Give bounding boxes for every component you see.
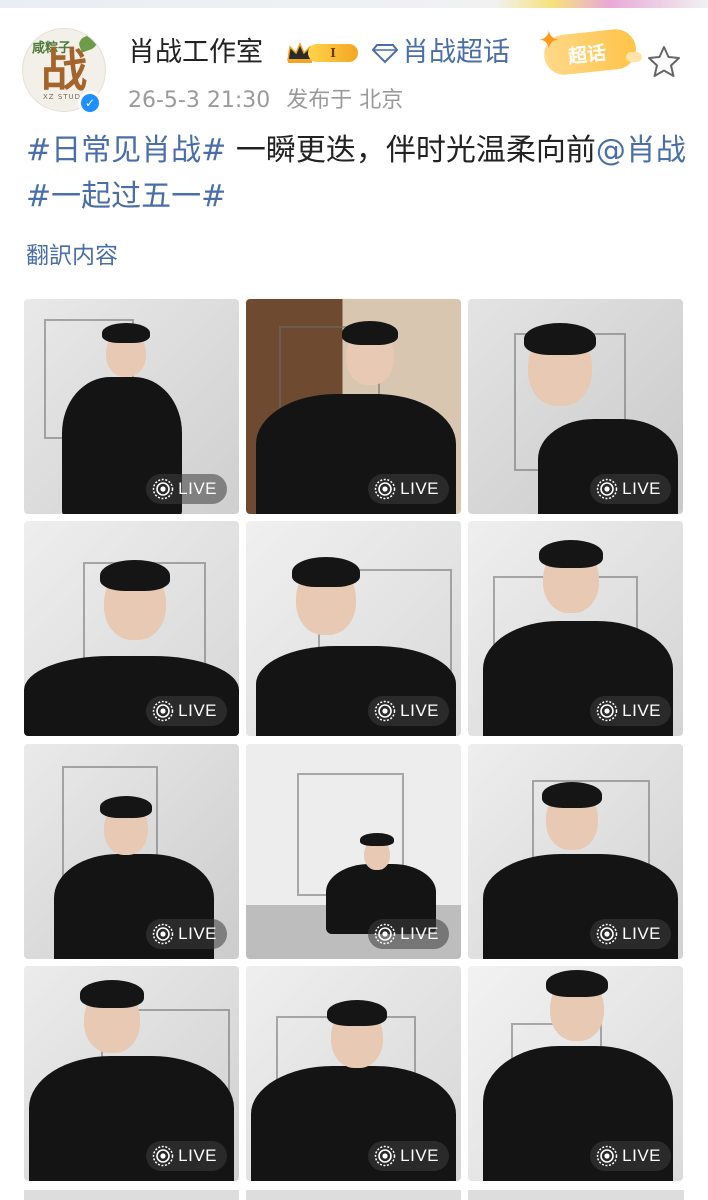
live-label: LIVE — [622, 1146, 661, 1165]
post-text: 一瞬更迭，伴时光温柔向前 — [226, 133, 596, 168]
live-photo-icon — [596, 478, 618, 500]
live-label: LIVE — [400, 479, 439, 498]
chaohua-label: 超话 — [567, 42, 608, 68]
live-photo-icon — [152, 1145, 174, 1167]
chaohua-tail — [626, 52, 642, 62]
live-label: LIVE — [178, 1146, 217, 1165]
live-label: LIVE — [622, 479, 661, 498]
photo-thumbnail[interactable]: LIVE — [24, 299, 239, 514]
person-hair — [360, 833, 394, 846]
person-hair — [80, 980, 144, 1008]
person-hair — [100, 560, 170, 591]
live-badge: LIVE — [146, 919, 227, 949]
username[interactable]: 肖战工作室 — [128, 30, 263, 69]
live-badge: LIVE — [146, 696, 227, 726]
person-hair — [524, 323, 596, 355]
photo-thumbnail[interactable]: LIVE — [246, 299, 461, 514]
live-photo-icon — [596, 700, 618, 722]
live-photo-icon — [152, 700, 174, 722]
next-row-edge — [24, 1190, 684, 1200]
avatar-logo-main: 战 — [41, 43, 87, 97]
live-badge: LIVE — [590, 696, 671, 726]
person-hair — [539, 540, 603, 568]
person-hair — [102, 323, 150, 343]
verified-icon: ✓ — [78, 91, 102, 115]
photo-grid: LIVE LIVE LIVE LIVE LIVE LIVE LIVE LIVE LIVE LIVE… — [24, 299, 684, 1189]
live-label: LIVE — [400, 1146, 439, 1165]
photo-thumbnail[interactable]: LIVE — [468, 744, 683, 959]
person-hair — [100, 796, 152, 818]
photo-thumbnail[interactable]: LIVE — [468, 299, 683, 514]
member-badge[interactable]: I — [286, 40, 362, 66]
favorite-star-icon[interactable] — [646, 44, 682, 80]
live-badge: LIVE — [590, 1141, 671, 1171]
live-badge: LIVE — [146, 1141, 227, 1171]
star-icon: ✦ — [538, 26, 560, 56]
photo-thumbnail[interactable]: LIVE — [468, 521, 683, 736]
post-header: 咸粽子 战 XZ STUDIO ✓ 肖战工作室 I 肖战超话 ✦ 超话 26-5… — [0, 8, 708, 118]
person-hair — [542, 782, 602, 808]
live-badge: LIVE — [368, 919, 449, 949]
top-banner-edge — [0, 0, 708, 8]
mention-link[interactable]: @肖战 — [596, 133, 686, 168]
live-photo-icon — [374, 700, 396, 722]
live-label: LIVE — [178, 479, 217, 498]
live-photo-icon — [596, 1145, 618, 1167]
live-badge: LIVE — [368, 1141, 449, 1171]
live-badge: LIVE — [368, 474, 449, 504]
timestamp: 26-5-3 21:30 — [128, 88, 271, 113]
live-label: LIVE — [178, 701, 217, 720]
photo-thumbnail[interactable]: LIVE — [24, 744, 239, 959]
hashtag-link[interactable]: #日常见肖战# — [26, 133, 226, 168]
live-photo-icon — [374, 1145, 396, 1167]
person-hair — [546, 970, 608, 997]
live-label: LIVE — [622, 701, 661, 720]
live-badge: LIVE — [368, 696, 449, 726]
live-badge: LIVE — [146, 474, 227, 504]
live-photo-icon — [374, 923, 396, 945]
location: 发布于 北京 — [286, 88, 404, 113]
live-badge: LIVE — [590, 919, 671, 949]
person-hair — [327, 1000, 387, 1026]
live-label: LIVE — [178, 924, 217, 943]
live-photo-icon — [374, 478, 396, 500]
hashtag-link[interactable]: #一起过五一# — [26, 179, 226, 214]
level-badge: I — [308, 44, 358, 62]
diamond-icon — [372, 44, 398, 64]
person-hair — [342, 321, 398, 345]
photo-thumbnail[interactable]: LIVE — [246, 744, 461, 959]
live-badge: LIVE — [590, 474, 671, 504]
post-meta: 26-5-3 21:30 发布于 北京 — [128, 82, 419, 114]
translate-button[interactable]: 翻訳内容 — [26, 236, 118, 270]
photo-thumbnail[interactable]: LIVE — [468, 966, 683, 1181]
photo-thumbnail[interactable]: LIVE — [246, 966, 461, 1181]
live-label: LIVE — [622, 924, 661, 943]
photo-thumbnail[interactable]: LIVE — [24, 966, 239, 1181]
person-hair — [292, 557, 360, 587]
live-label: LIVE — [400, 701, 439, 720]
chaohua-badge[interactable]: ✦ 超话 — [538, 22, 648, 80]
live-label: LIVE — [400, 924, 439, 943]
photo-thumbnail[interactable]: LIVE — [24, 521, 239, 736]
post-body: #日常见肖战# 一瞬更迭，伴时光温柔向前@肖战 #一起过五一# — [26, 128, 686, 220]
live-photo-icon — [596, 923, 618, 945]
live-photo-icon — [152, 923, 174, 945]
live-photo-icon — [152, 478, 174, 500]
photo-thumbnail[interactable]: LIVE — [246, 521, 461, 736]
topic-link[interactable]: 肖战超话 — [402, 30, 510, 69]
